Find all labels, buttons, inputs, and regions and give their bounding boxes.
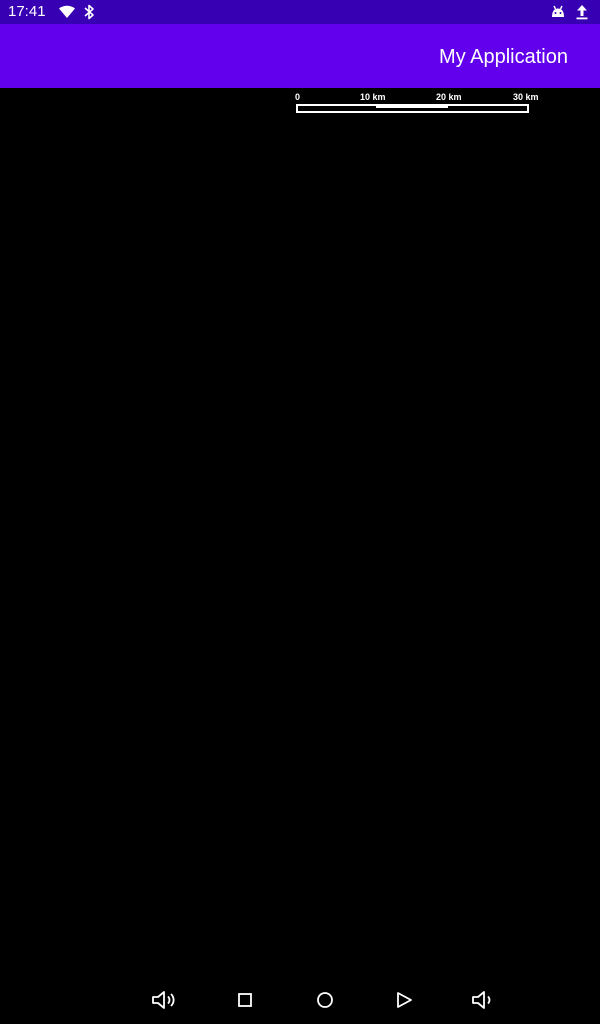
wifi-icon [58,3,76,21]
volume-mute-icon[interactable] [470,988,496,1012]
scale-bar: 0 10 km 20 km 30 km [294,92,544,116]
back-icon[interactable] [391,988,417,1012]
scale-bar-segment [376,106,448,108]
scale-label-30km: 30 km [513,92,539,102]
screen: 17:41 My Application 0 10 km 20 km 30 km [0,0,600,1024]
scale-label-20km: 20 km [436,92,462,102]
android-notification-icon [549,3,567,21]
app-bar: My Application [0,24,600,88]
scale-label-10km: 10 km [360,92,386,102]
recents-icon[interactable] [232,988,258,1012]
bluetooth-icon [80,3,98,21]
nav-bar [0,976,600,1024]
status-bar: 17:41 [0,0,600,24]
app-title: My Application [439,46,568,68]
volume-down-icon[interactable] [151,988,177,1012]
status-time: 17:41 [8,3,46,20]
home-icon[interactable] [312,988,338,1012]
map-view[interactable]: 0 10 km 20 km 30 km mapbox [0,88,600,976]
scale-label-0: 0 [295,92,301,102]
upload-icon [573,3,591,21]
